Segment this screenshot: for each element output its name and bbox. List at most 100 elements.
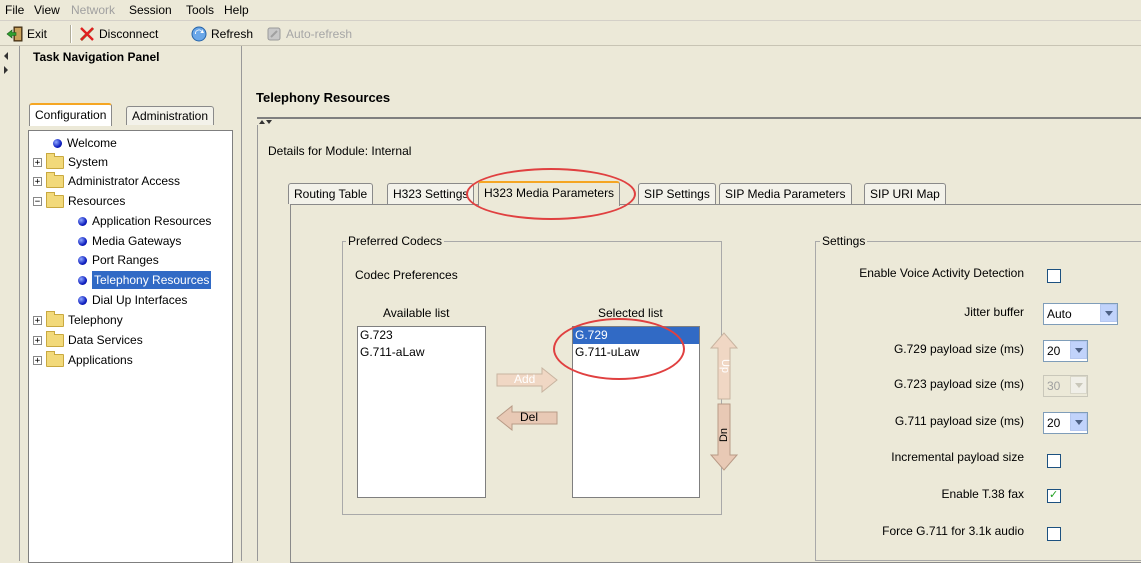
g729-payload-value: 20 [1047,344,1061,358]
vad-label: Enable Voice Activity Detection [859,266,1024,280]
expand-plus-icon[interactable]: + [33,176,42,186]
page-title: Telephony Resources [256,90,391,105]
incremental-payload-label: Incremental payload size [891,450,1024,464]
tree-item-administrator-access[interactable]: + Administrator Access [33,171,180,190]
g729-payload-select[interactable]: 20 [1043,340,1088,362]
tree-item-resources[interactable]: − Resources [33,191,125,210]
chevron-down-icon[interactable] [1070,413,1087,431]
add-label: Add [514,372,536,386]
up-button[interactable]: Up [709,332,739,400]
node-bullet-icon [53,138,62,148]
available-list-label: Available list [383,306,450,320]
g711-payload-select[interactable]: 20 [1043,412,1088,434]
tree-item-data-services[interactable]: + Data Services [33,330,143,349]
tree-item-system[interactable]: + System [33,152,108,171]
tree-item-applications[interactable]: + Applications [33,350,133,369]
nav-title: Task Navigation Panel [33,50,160,64]
folder-icon [46,310,64,327]
tab-sip-settings[interactable]: SIP Settings [638,183,716,204]
tab-administration[interactable]: Administration [126,106,215,125]
checkmark-icon: ✓ [1049,488,1059,501]
jitter-buffer-select[interactable]: Auto [1043,303,1118,325]
node-bullet-icon [78,255,87,265]
menu-tools[interactable]: Tools [186,3,214,17]
selected-list-label: Selected list [598,306,663,320]
g711-payload-value: 20 [1047,416,1061,430]
tree-item-media-gateways[interactable]: Media Gateways [78,232,181,250]
vad-checkbox[interactable] [1047,269,1061,283]
g723-payload-select[interactable]: 30 [1043,375,1088,397]
chevron-down-icon[interactable] [1070,376,1087,394]
t38-fax-label: Enable T.38 fax [941,487,1024,501]
add-button[interactable]: Add [496,366,558,394]
chevron-down-icon[interactable] [1100,304,1117,322]
node-bullet-icon [78,295,87,305]
preferred-codecs-label: Preferred Codecs [346,234,445,248]
toolbar: Exit Disconnect Refresh Auto-refresh [0,21,1141,46]
down-button[interactable]: Dn [709,403,739,471]
exit-button[interactable]: Exit [6,25,47,43]
autorefresh-label: Auto-refresh [286,27,353,41]
refresh-button[interactable]: Refresh [190,25,253,43]
menu-bar: File View Network Session Tools Help [0,0,1141,21]
navigation-tree: Welcome + System + Administrator Access − R… [28,130,233,563]
available-codec-list[interactable]: G.723 G.711-aLaw [357,326,486,498]
menu-help[interactable]: Help [224,3,249,17]
del-button[interactable]: Del [496,404,558,432]
dn-label: Dn [718,427,731,443]
t38-fax-checkbox[interactable]: ✓ [1047,488,1061,503]
disconnect-button[interactable]: Disconnect [78,25,158,43]
menu-file[interactable]: File [5,3,24,17]
list-item[interactable]: G.723 [358,327,485,344]
g723-payload-value: 30 [1047,379,1061,393]
expand-plus-icon[interactable]: + [33,355,42,365]
force-g711-label: Force G.711 for 3.1k audio [882,524,1024,538]
tab-sip-uri-map[interactable]: SIP URI Map [864,183,946,204]
exit-label: Exit [27,27,48,41]
tree-item-telephony[interactable]: + Telephony [33,310,123,329]
folder-icon [46,171,64,188]
g711-payload-label: G.711 payload size (ms) [894,414,1024,428]
force-g711-checkbox[interactable] [1047,527,1061,541]
tree-item-port-ranges[interactable]: Port Ranges [78,251,159,269]
menu-session[interactable]: Session [129,3,172,17]
tab-sip-media-parameters[interactable]: SIP Media Parameters [719,183,852,204]
settings-label: Settings [820,234,868,248]
folder-icon [46,330,64,347]
collapse-minus-icon[interactable]: − [33,196,42,206]
toolbar-separator [70,25,72,43]
g729-payload-label: G.729 payload size (ms) [893,342,1024,356]
selected-codec-list[interactable]: G.729 G.711-uLaw [572,326,700,498]
node-bullet-icon [78,216,87,226]
exit-icon [6,26,23,42]
disconnect-icon [80,27,94,41]
collapse-left-icon[interactable] [4,52,8,60]
del-label: Del [520,410,539,424]
tree-item-telephony-resources[interactable]: Telephony Resources [78,271,212,289]
expand-right-icon[interactable] [4,66,8,74]
tab-h323-settings[interactable]: H323 Settings [387,183,475,204]
list-item[interactable]: G.729 [573,327,699,344]
folder-icon [46,350,64,367]
left-gutter [0,46,14,561]
node-bullet-icon [78,236,87,246]
tree-item-dial-up-interfaces[interactable]: Dial Up Interfaces [78,291,187,309]
jitter-buffer-value: Auto [1047,307,1072,321]
menu-view[interactable]: View [34,3,60,17]
chevron-down-icon[interactable] [1070,341,1087,359]
autorefresh-icon [267,27,281,41]
tab-h323-media-parameters[interactable]: H323 Media Parameters [478,181,621,206]
menu-network[interactable]: Network [71,3,115,17]
expand-plus-icon[interactable]: + [33,157,42,167]
title-divider [257,117,1141,119]
tab-routing-table[interactable]: Routing Table [288,183,374,204]
expand-plus-icon[interactable]: + [33,315,42,325]
incremental-payload-checkbox[interactable] [1047,454,1061,468]
tree-item-welcome[interactable]: Welcome [53,134,117,152]
tree-item-application-resources[interactable]: Application Resources [78,212,211,230]
list-item[interactable]: G.711-uLaw [573,344,699,361]
autorefresh-button[interactable]: Auto-refresh [265,25,352,43]
list-item[interactable]: G.711-aLaw [358,344,485,361]
tab-configuration[interactable]: Configuration [29,103,113,126]
expand-plus-icon[interactable]: + [33,335,42,345]
